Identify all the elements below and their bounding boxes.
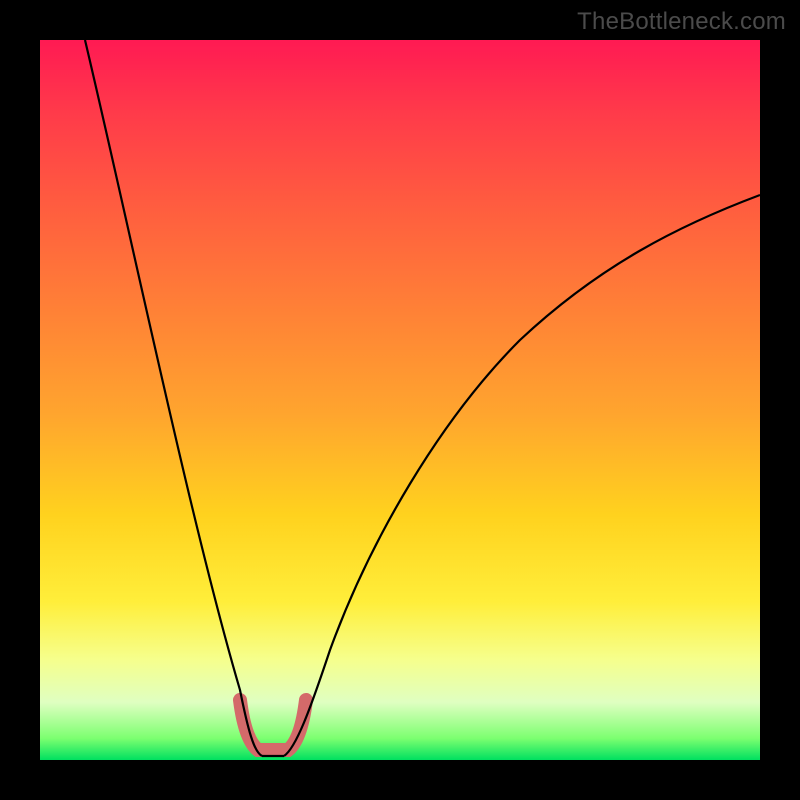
plot-area: [40, 40, 760, 760]
curve-left-branch: [85, 40, 262, 756]
curve-right-branch: [284, 195, 760, 756]
valley-highlight: [240, 700, 306, 750]
chart-outer-frame: TheBottleneck.com: [0, 0, 800, 800]
watermark-text: TheBottleneck.com: [577, 8, 786, 36]
chart-svg: [40, 40, 760, 760]
